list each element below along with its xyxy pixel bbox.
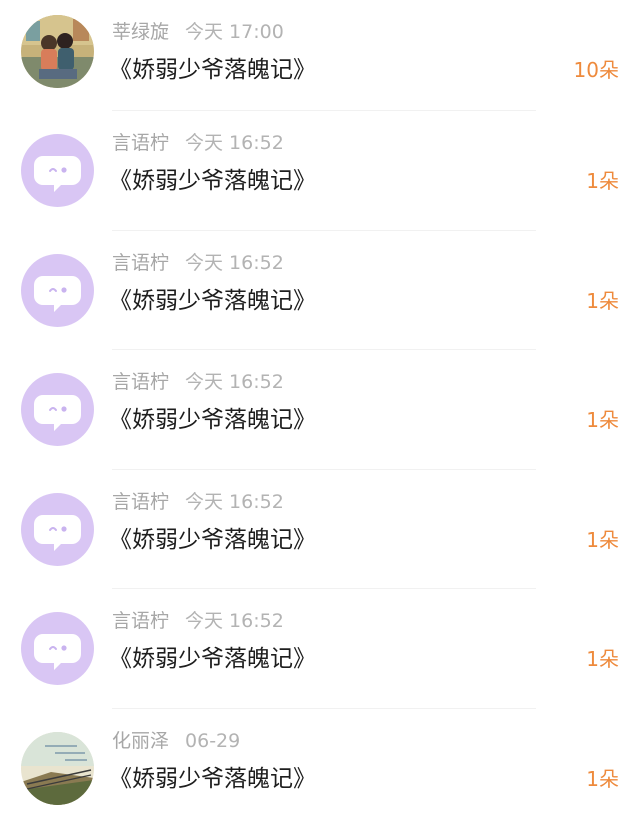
message-time: 今天 17:00 xyxy=(185,21,284,43)
book-title[interactable]: 《娇弱少爷落魄记》 xyxy=(109,53,316,87)
couple-photo-avatar xyxy=(21,15,94,88)
list-item[interactable]: 言语柠今天 16:52 《娇弱少爷落魄记》 1朵 xyxy=(0,350,640,470)
sender-name: 化丽泽 xyxy=(112,730,169,752)
avatar[interactable] xyxy=(21,134,94,207)
list-item[interactable]: 言语柠今天 16:52 《娇弱少爷落魄记》 1朵 xyxy=(0,111,640,231)
sender-name: 言语柠 xyxy=(112,371,169,393)
landscape-photo-avatar xyxy=(21,732,94,805)
sender-line: 言语柠今天 16:52 xyxy=(112,606,284,636)
list-item[interactable]: 言语柠今天 16:52 《娇弱少爷落魄记》 1朵 xyxy=(0,231,640,351)
message-time: 今天 16:52 xyxy=(185,371,284,393)
sender-line: 言语柠今天 16:52 xyxy=(112,487,284,517)
list-item[interactable]: 化丽泽 06-29 《娇弱少爷落魄记》 1朵 xyxy=(0,709,640,828)
avatar[interactable] xyxy=(21,373,94,446)
flower-count: 1朵 xyxy=(586,286,619,316)
sender-line: 化丽泽 06-29 xyxy=(112,726,240,756)
book-title[interactable]: 《娇弱少爷落魄记》 xyxy=(109,642,316,676)
book-title[interactable]: 《娇弱少爷落魄记》 xyxy=(109,523,316,557)
flower-count: 1朵 xyxy=(586,764,619,794)
book-title[interactable]: 《娇弱少爷落魄记》 xyxy=(109,284,316,318)
flower-count: 1朵 xyxy=(586,644,619,674)
book-title[interactable]: 《娇弱少爷落魄记》 xyxy=(109,762,316,796)
message-time: 06-29 xyxy=(185,730,240,752)
sender-line: 言语柠今天 16:52 xyxy=(112,248,284,278)
avatar[interactable] xyxy=(21,254,94,327)
message-time: 今天 16:52 xyxy=(185,491,284,513)
sender-name: 言语柠 xyxy=(112,252,169,274)
flower-count: 10朵 xyxy=(574,55,619,85)
chat-bubble-icon xyxy=(21,612,94,685)
book-title[interactable]: 《娇弱少爷落魄记》 xyxy=(109,164,316,198)
message-time: 今天 16:52 xyxy=(185,610,284,632)
avatar[interactable] xyxy=(21,612,94,685)
chat-bubble-icon xyxy=(21,493,94,566)
sender-name: 言语柠 xyxy=(112,491,169,513)
chat-bubble-icon xyxy=(21,373,94,446)
flower-count: 1朵 xyxy=(586,525,619,555)
avatar[interactable] xyxy=(21,493,94,566)
message-time: 今天 16:52 xyxy=(185,252,284,274)
chat-bubble-icon xyxy=(21,134,94,207)
sender-name: 言语柠 xyxy=(112,610,169,632)
list-item[interactable]: 言语柠今天 16:52 《娇弱少爷落魄记》 1朵 xyxy=(0,470,640,590)
book-title[interactable]: 《娇弱少爷落魄记》 xyxy=(109,403,316,437)
list-item[interactable]: 言语柠今天 16:52 《娇弱少爷落魄记》 1朵 xyxy=(0,589,640,709)
flower-count: 1朵 xyxy=(586,405,619,435)
sender-line: 言语柠今天 16:52 xyxy=(112,128,284,158)
message-time: 今天 16:52 xyxy=(185,132,284,154)
sender-name: 言语柠 xyxy=(112,132,169,154)
avatar[interactable] xyxy=(21,732,94,805)
list-item[interactable]: 莘绿旋今天 17:00 《娇弱少爷落魄记》 10朵 xyxy=(0,0,640,111)
flower-count: 1朵 xyxy=(586,166,619,196)
chat-bubble-icon xyxy=(21,254,94,327)
sender-line: 言语柠今天 16:52 xyxy=(112,367,284,397)
sender-line: 莘绿旋今天 17:00 xyxy=(112,17,284,47)
message-list: 莘绿旋今天 17:00 《娇弱少爷落魄记》 10朵 言语柠今天 16:52 《娇… xyxy=(0,0,640,828)
sender-name: 莘绿旋 xyxy=(112,21,169,43)
avatar[interactable] xyxy=(21,15,94,88)
